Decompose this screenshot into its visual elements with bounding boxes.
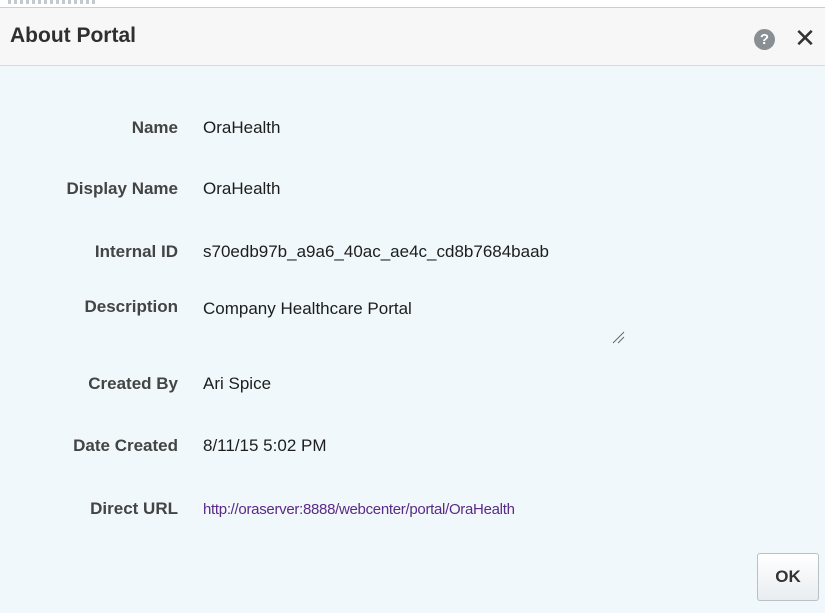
ok-button[interactable]: OK bbox=[757, 553, 819, 601]
name-label: Name bbox=[131, 118, 178, 137]
direct-url-label: Direct URL bbox=[90, 499, 178, 518]
background-window-text-fragment bbox=[8, 0, 98, 4]
close-icon[interactable]: ✕ bbox=[790, 22, 820, 54]
description-label: Description bbox=[84, 297, 178, 316]
dialog-title: About Portal bbox=[10, 24, 136, 47]
help-icon[interactable]: ? bbox=[754, 29, 775, 50]
display-name-label: Display Name bbox=[66, 179, 179, 198]
dialog-header: About Portal ? ✕ bbox=[0, 8, 825, 66]
created-by-label: Created By bbox=[88, 374, 178, 393]
internal-id-label: Internal ID bbox=[94, 242, 178, 261]
name-value: OraHealth bbox=[203, 118, 281, 137]
direct-url-link[interactable]: http://oraserver:8888/webcenter/portal/O… bbox=[203, 501, 515, 518]
date-created-value: 8/11/15 5:02 PM bbox=[203, 436, 327, 455]
date-created-label: Date Created bbox=[73, 436, 178, 455]
created-by-value: Ari Spice bbox=[203, 374, 272, 393]
resize-grip-icon[interactable] bbox=[611, 330, 625, 344]
about-portal-dialog: About Portal ? ✕ Name OraHealth Display … bbox=[0, 7, 825, 613]
display-name-value: OraHealth bbox=[203, 179, 281, 198]
description-textarea[interactable] bbox=[195, 291, 646, 369]
internal-id-value: s70edb97b_a9a6_40ac_ae4c_cd8b7684baab bbox=[203, 242, 550, 261]
